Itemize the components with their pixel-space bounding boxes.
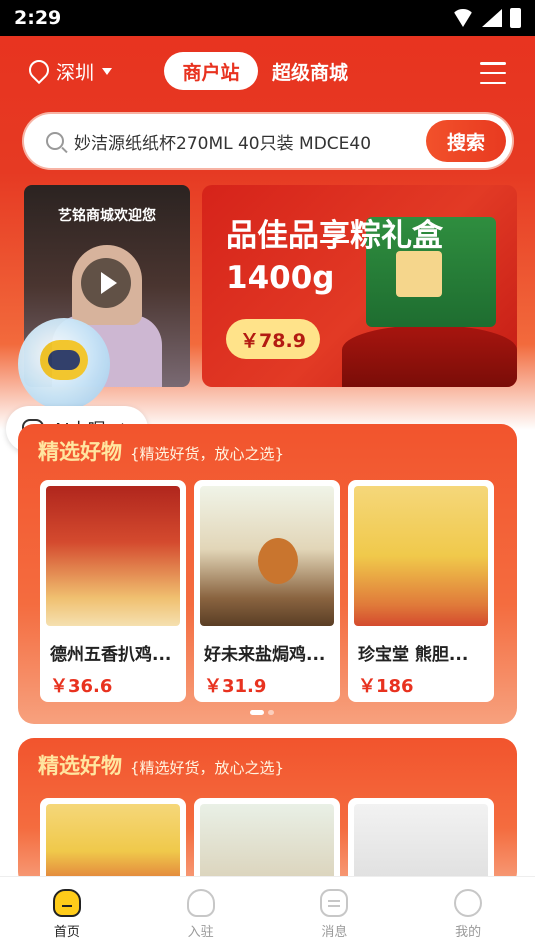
battery-icon (510, 8, 521, 28)
egg-image (258, 538, 298, 584)
product-price: ￥36.6 (50, 676, 113, 697)
search-bar[interactable]: 妙洁源纸纸杯270ML 40只装 MDCE40 搜索 (24, 114, 512, 168)
product-card[interactable] (40, 798, 186, 888)
bottom-tab-bar: 首页 入驻 消息 我的 (0, 876, 535, 951)
tab-label: 我的 (455, 924, 482, 940)
section-title: 精选好物 (38, 440, 122, 464)
robot-mascot-icon[interactable] (18, 318, 110, 410)
banner-price: ￥78.9 (226, 319, 320, 359)
section-header: 精选好物 {精选好货，放心之选} (38, 750, 284, 780)
product-card[interactable]: 珍宝堂 熊胆... ￥186 (348, 480, 494, 702)
menu-icon[interactable] (480, 62, 506, 84)
heart-icon (186, 888, 215, 917)
carousel-dot (268, 710, 274, 715)
city-label: 深圳 (56, 62, 95, 84)
tab-join[interactable]: 入驻 (134, 877, 268, 951)
carousel-dot-active (250, 710, 264, 715)
status-time: 2:29 (14, 7, 62, 29)
product-card[interactable]: 好未来盐焗鸡... ￥31.9 (194, 480, 340, 702)
robot-face (48, 350, 80, 370)
product-name: 好未来盐焗鸡... (204, 645, 326, 665)
chevron-down-icon (102, 68, 113, 75)
product-image (354, 486, 488, 626)
top-nav: 深圳 商户站 超级商城 (0, 50, 535, 94)
search-button[interactable]: 搜索 (426, 120, 506, 162)
section-header: 精选好物 {精选好货，放心之选} (38, 436, 284, 466)
tab-messages[interactable]: 消息 (268, 877, 402, 951)
product-image (200, 486, 334, 626)
tab-merchant-station[interactable]: 商户站 (164, 52, 258, 90)
signal-icon (482, 9, 502, 27)
product-price: ￥186 (358, 676, 414, 697)
section-subtitle: {精选好货，放心之选} (130, 759, 285, 777)
product-price: ￥31.9 (204, 676, 267, 697)
featured-section: 精选好物 {精选好货，放心之选} 德州五香扒鸡... ￥36.6 好未来盐焗鸡.… (18, 424, 517, 724)
search-icon (46, 132, 64, 150)
location-selector[interactable]: 深圳 (28, 58, 113, 85)
robot-head (40, 340, 88, 380)
product-name: 珍宝堂 熊胆... (358, 645, 469, 665)
product-card[interactable]: 德州五香扒鸡... ￥36.6 (40, 480, 186, 702)
section-title: 精选好物 (38, 754, 122, 778)
tab-home[interactable]: 首页 (0, 877, 134, 951)
banner-stage (342, 325, 517, 387)
banner-headline: 品佳品享粽礼盒1400g (226, 218, 443, 296)
search-input[interactable]: 妙洁源纸纸杯270ML 40只装 MDCE40 (74, 129, 404, 154)
featured-section-2: 精选好物 {精选好货，放心之选} (18, 738, 517, 888)
message-icon (320, 888, 349, 917)
product-name: 德州五香扒鸡... (50, 645, 172, 665)
product-image (46, 486, 180, 626)
wifi-icon (452, 9, 474, 27)
carousel-indicator (250, 710, 274, 715)
tab-label: 首页 (53, 924, 80, 940)
status-icons (452, 8, 521, 28)
tab-label: 消息 (321, 924, 348, 940)
section-subtitle: {精选好货，放心之选} (130, 445, 285, 463)
location-pin-icon (28, 60, 48, 84)
product-card[interactable] (348, 798, 494, 888)
status-bar: 2:29 (0, 0, 535, 36)
home-icon (52, 888, 81, 917)
promo-banner[interactable]: 品佳品享粽礼盒1400g ￥78.9 (202, 185, 517, 387)
profile-icon (454, 888, 483, 917)
video-title: 艺铭商城欢迎您 (58, 208, 156, 224)
tab-profile[interactable]: 我的 (401, 877, 535, 951)
tab-label: 入驻 (187, 924, 214, 940)
tab-super-mall[interactable]: 超级商城 (272, 52, 348, 90)
play-icon[interactable] (81, 258, 131, 308)
product-card[interactable] (194, 798, 340, 888)
